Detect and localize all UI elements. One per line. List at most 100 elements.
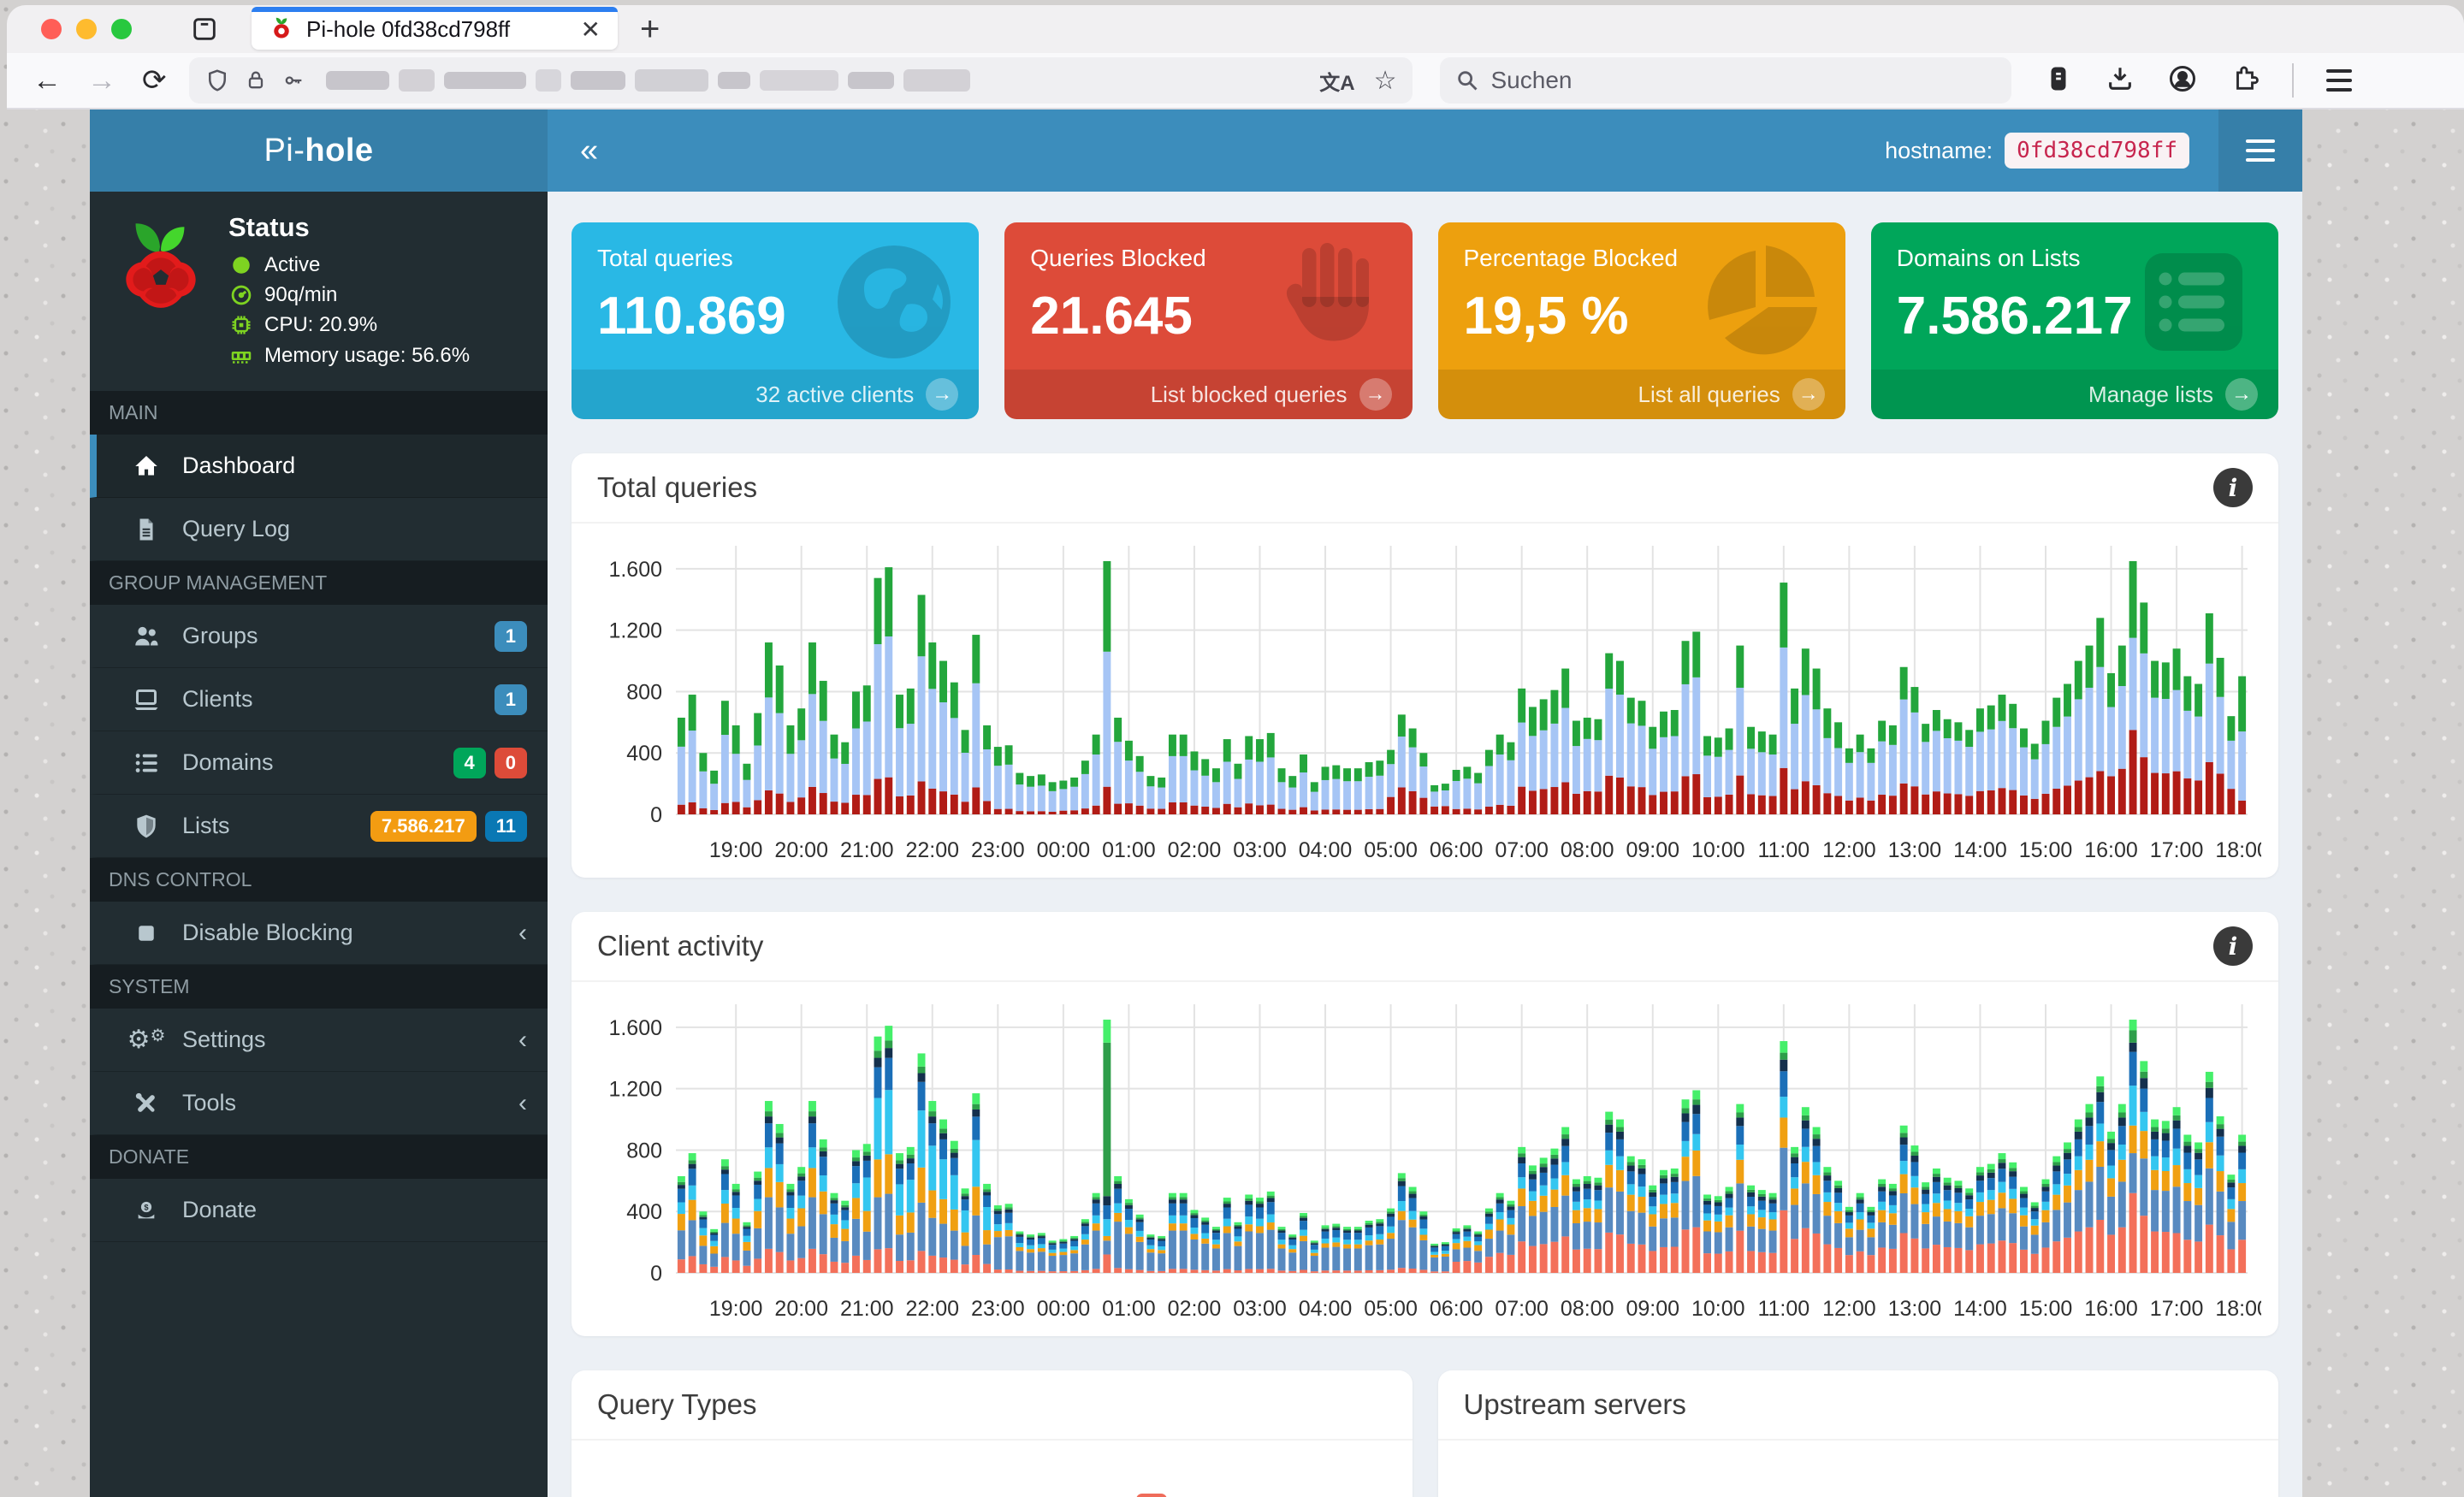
stacked-bar[interactable]: [2020, 728, 2028, 814]
stacked-bar[interactable]: [699, 1211, 708, 1273]
account-icon[interactable]: [2167, 63, 2198, 98]
stacked-bar[interactable]: [2161, 662, 2170, 814]
stacked-bar[interactable]: [1681, 641, 1690, 814]
stacked-bar[interactable]: [874, 1036, 882, 1273]
stacked-bar[interactable]: [1256, 739, 1264, 814]
stacked-bar[interactable]: [1452, 1228, 1460, 1273]
stacked-bar[interactable]: [983, 1183, 992, 1273]
stacked-bar[interactable]: [699, 753, 708, 814]
stacked-bar[interactable]: [1441, 1242, 1449, 1273]
stacked-bar[interactable]: [1965, 1188, 1974, 1273]
stacked-bar[interactable]: [1528, 707, 1537, 814]
reload-button[interactable]: ⟳: [142, 63, 167, 98]
stacked-bar[interactable]: [1474, 1231, 1483, 1273]
stacked-bar[interactable]: [1397, 1173, 1406, 1273]
stacked-bar[interactable]: [1780, 583, 1788, 814]
stacked-bar[interactable]: [764, 1101, 773, 1273]
sidebar-item-donate[interactable]: $ Donate: [90, 1179, 548, 1242]
stacked-bar[interactable]: [2020, 1186, 2028, 1273]
stacked-bar[interactable]: [2216, 657, 2224, 814]
stacked-bar[interactable]: [1539, 699, 1548, 814]
stacked-bar[interactable]: [1812, 1127, 1821, 1273]
stacked-bar[interactable]: [1681, 1099, 1690, 1273]
stacked-bar[interactable]: [2151, 1119, 2159, 1273]
stacked-bar[interactable]: [1954, 722, 1963, 814]
stacked-bar[interactable]: [1583, 1175, 1591, 1273]
stacked-bar[interactable]: [928, 1101, 937, 1273]
stacked-bar[interactable]: [1922, 724, 1930, 814]
stacked-bar[interactable]: [1168, 734, 1176, 814]
stacked-bar[interactable]: [917, 595, 926, 814]
stacked-bar[interactable]: [2194, 683, 2203, 814]
stacked-bar[interactable]: [961, 1188, 969, 1273]
stacked-bar[interactable]: [1780, 1041, 1788, 1273]
stacked-bar[interactable]: [1932, 1168, 1940, 1273]
stacked-bar[interactable]: [1201, 1217, 1210, 1273]
stacked-bar[interactable]: [2227, 716, 2236, 814]
stacked-bar[interactable]: [1714, 1196, 1722, 1273]
stacked-bar[interactable]: [862, 1144, 871, 1273]
stacked-bar[interactable]: [1561, 1127, 1570, 1273]
stacked-bar[interactable]: [1638, 701, 1646, 814]
stacked-bar[interactable]: [1343, 768, 1352, 814]
stacked-bar[interactable]: [1987, 1163, 1995, 1273]
stacked-bar[interactable]: [1288, 776, 1297, 814]
stacked-bar[interactable]: [1004, 1204, 1013, 1273]
stacked-bar[interactable]: [1266, 1191, 1275, 1273]
extensions-icon[interactable]: [2230, 64, 2260, 98]
stacked-bar[interactable]: [1572, 720, 1580, 814]
stacked-bar[interactable]: [1518, 688, 1526, 814]
search-bar[interactable]: Suchen: [1439, 57, 2011, 104]
stacked-bar[interactable]: [1376, 1219, 1384, 1273]
stacked-bar[interactable]: [2205, 1071, 2213, 1273]
stacked-bar[interactable]: [688, 1153, 696, 1273]
stacked-bar[interactable]: [1452, 769, 1460, 814]
stacked-bar[interactable]: [775, 1123, 784, 1273]
stacked-bar[interactable]: [1616, 1119, 1624, 1273]
stacked-bar[interactable]: [1027, 1234, 1035, 1273]
card-footer-link[interactable]: Manage lists →: [1870, 370, 2278, 419]
sidebar-item-groups[interactable]: Groups 1: [90, 605, 548, 668]
stacked-bar[interactable]: [2052, 1156, 2061, 1273]
stacked-bar[interactable]: [1146, 776, 1155, 814]
stacked-bar[interactable]: [2009, 1162, 2017, 1273]
stacked-bar[interactable]: [1670, 709, 1679, 814]
stacked-bar[interactable]: [1975, 708, 1984, 814]
stacked-bar[interactable]: [906, 1146, 915, 1273]
stacked-bar[interactable]: [2151, 660, 2159, 814]
stacked-bar[interactable]: [743, 1222, 751, 1273]
stacked-bar[interactable]: [1583, 717, 1591, 814]
stacked-bar[interactable]: [2129, 560, 2137, 814]
stacked-bar[interactable]: [1059, 1239, 1068, 1273]
stacked-bar[interactable]: [732, 725, 740, 814]
stacked-bar[interactable]: [1507, 1200, 1515, 1273]
stacked-bar[interactable]: [1135, 1214, 1144, 1273]
stacked-bar[interactable]: [1288, 1234, 1297, 1273]
stacked-bar[interactable]: [896, 1153, 903, 1273]
stacked-bar[interactable]: [1823, 708, 1832, 814]
stacked-bar[interactable]: [1059, 780, 1068, 814]
stacked-bar[interactable]: [1605, 1111, 1614, 1273]
stacked-bar[interactable]: [1626, 1156, 1635, 1273]
stacked-bar[interactable]: [1081, 760, 1089, 814]
stacked-bar[interactable]: [1768, 734, 1777, 814]
stacked-bar[interactable]: [1550, 689, 1559, 814]
stacked-bar[interactable]: [688, 695, 696, 814]
stacked-bar[interactable]: [1016, 772, 1024, 814]
stacked-bar[interactable]: [1867, 748, 1875, 814]
stacked-bar[interactable]: [2205, 612, 2213, 814]
stacked-bar[interactable]: [1135, 755, 1144, 814]
stacked-bar[interactable]: [928, 642, 937, 814]
stacked-bar[interactable]: [1179, 1192, 1188, 1273]
stacked-bar[interactable]: [1899, 666, 1908, 814]
stacked-bar[interactable]: [2030, 743, 2039, 814]
stacked-bar[interactable]: [1507, 742, 1515, 814]
stacked-bar[interactable]: [1179, 734, 1188, 814]
stacked-bar[interactable]: [2161, 1121, 2170, 1273]
stacked-bar[interactable]: [2118, 645, 2126, 814]
stacked-bar[interactable]: [1725, 728, 1733, 814]
stacked-bar[interactable]: [1027, 776, 1035, 814]
stacked-bar[interactable]: [2074, 660, 2082, 814]
stacked-bar[interactable]: [1070, 777, 1079, 814]
stacked-bar[interactable]: [993, 747, 1002, 814]
